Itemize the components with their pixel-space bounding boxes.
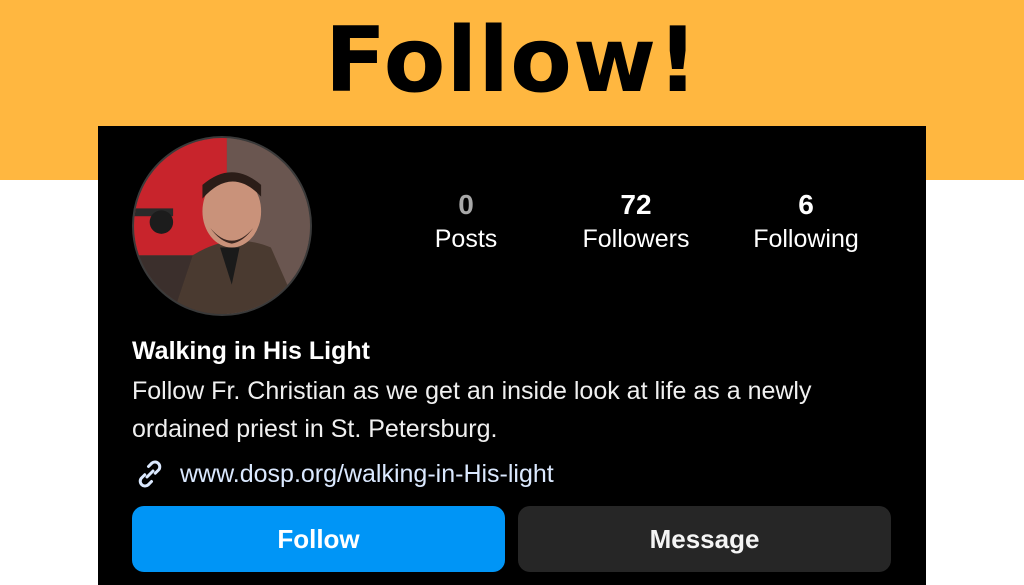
avatar-photo	[134, 138, 310, 314]
profile-card: 0 Posts 72 Followers 6 Following Walking…	[98, 126, 926, 585]
profile-link[interactable]: www.dosp.org/walking-in-His-light	[132, 456, 554, 492]
stat-followers[interactable]: 72 Followers	[551, 188, 721, 256]
followers-count: 72	[620, 189, 652, 220]
profile-name: Walking in His Light	[132, 337, 370, 365]
stat-posts[interactable]: 0 Posts	[381, 188, 551, 256]
banner-title: Follow!	[324, 8, 700, 113]
following-count: 6	[798, 189, 814, 220]
posts-label: Posts	[434, 225, 498, 253]
profile-bio: Follow Fr. Christian as we get an inside…	[132, 377, 812, 443]
stat-following[interactable]: 6 Following	[721, 188, 891, 256]
profile-avatar[interactable]	[132, 136, 312, 316]
link-text[interactable]: www.dosp.org/walking-in-His-light	[180, 456, 554, 492]
followers-label: Followers	[582, 225, 690, 253]
follow-button[interactable]: Follow	[132, 506, 505, 572]
posts-count: 0	[458, 189, 474, 220]
following-label: Following	[753, 225, 859, 253]
link-icon	[138, 460, 162, 488]
message-button[interactable]: Message	[518, 506, 891, 572]
